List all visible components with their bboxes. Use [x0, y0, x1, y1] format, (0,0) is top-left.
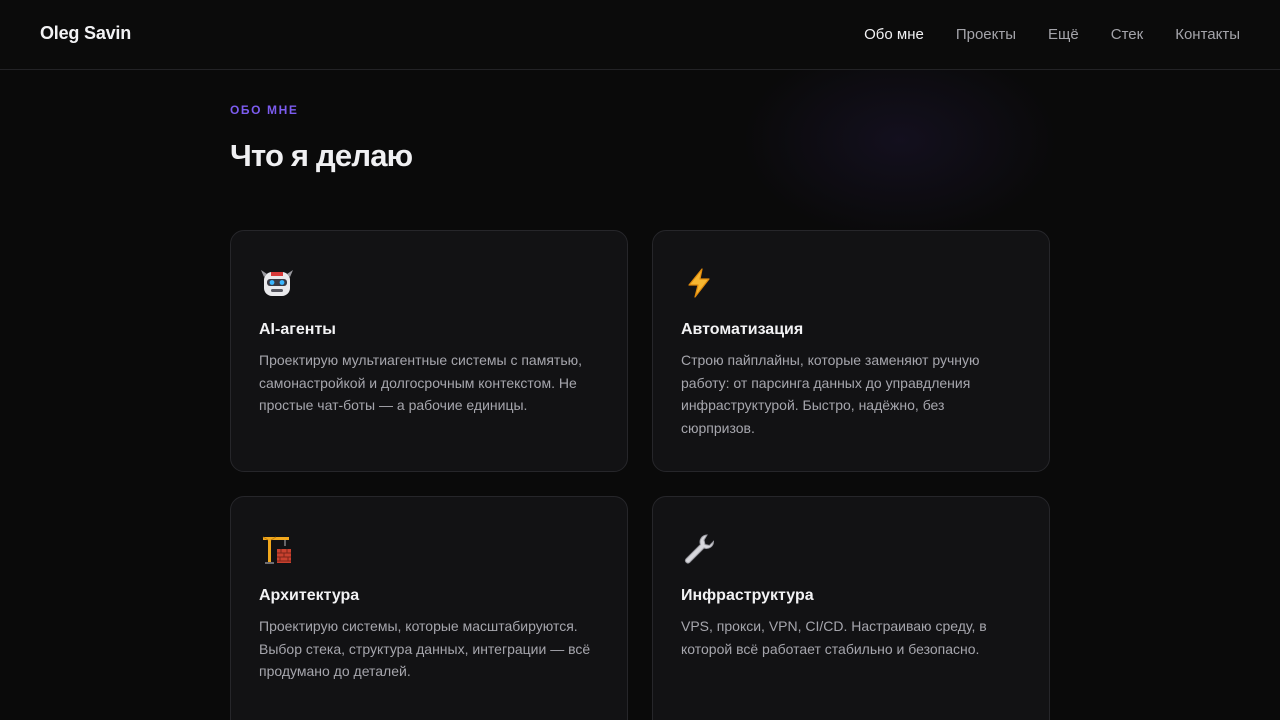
nav-item-projects[interactable]: Проекты: [956, 26, 1016, 43]
service-card-infrastructure: Инфраструктура VPS, прокси, VPN, CI/CD. …: [652, 496, 1050, 720]
card-title: Автоматизация: [681, 321, 804, 338]
nav-item-about[interactable]: Обо мне: [864, 26, 924, 43]
card-title: AI-агенты: [259, 321, 336, 338]
card-description: VPS, прокси, VPN, CI/CD. Настраиваю сред…: [681, 618, 987, 657]
site-header: Oleg Savin Обо мне Проекты Ещё Стек Конт…: [0, 0, 1280, 70]
background-glow: [740, 40, 1060, 240]
service-card-automation: Автоматизация Строю пайплайны, которые з…: [652, 230, 1050, 472]
main-nav: Обо мне Проекты Ещё Стек Контакты: [864, 26, 1240, 43]
wrench-icon: [685, 534, 715, 564]
service-card-ai-agents: AI-агенты Проектирую мультиагентные сист…: [230, 230, 628, 472]
section-eyebrow: ОБО МНЕ: [230, 103, 299, 117]
construction-crane-icon: [262, 536, 291, 564]
nav-item-stack[interactable]: Стек: [1111, 26, 1143, 43]
lightning-icon: [688, 268, 710, 298]
card-title: Инфраструктура: [681, 587, 814, 604]
card-description: Проектирую системы, которые масштабируют…: [259, 618, 591, 680]
robot-icon: [261, 270, 293, 296]
nav-item-contacts[interactable]: Контакты: [1175, 26, 1240, 43]
brand-logo[interactable]: Oleg Savin: [40, 23, 131, 44]
card-title: Архитектура: [259, 587, 360, 604]
service-card-architecture: Архитектура Проектирую системы, которые …: [230, 496, 628, 720]
section-title: Что я делаю: [230, 138, 413, 173]
card-description: Проектирую мультиагентные системы с памя…: [259, 352, 583, 414]
nav-item-more[interactable]: Ещё: [1048, 26, 1079, 43]
card-description: Строю пайплайны, которые заменяют ручную…: [681, 352, 980, 436]
